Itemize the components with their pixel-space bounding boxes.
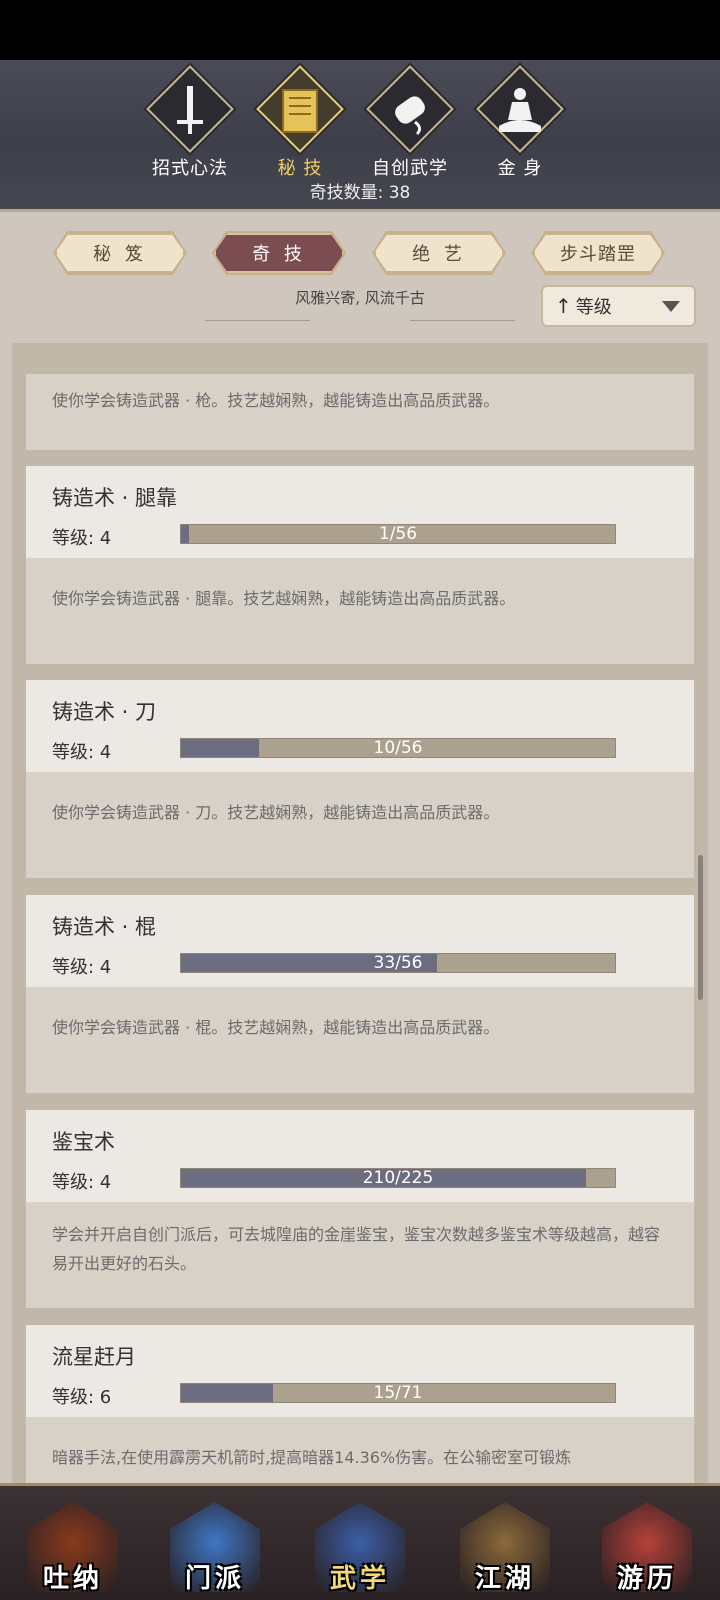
meditation-icon — [499, 88, 541, 132]
bottom-nav: 吐纳 门派 武学 江湖 游历 — [0, 1483, 720, 1600]
tab-special-skills[interactable]: 奇 技 — [214, 233, 344, 273]
progress-text: 1/56 — [378, 524, 418, 544]
tab-star-steps[interactable]: 步斗踏罡 — [533, 233, 663, 273]
progress-text: 10/56 — [373, 738, 423, 758]
skill-name: 鉴宝术 — [52, 1130, 115, 1154]
skill-card[interactable]: 铸造术 · 棍 等级: 4 33/56 使你学会铸造武器 · 棍。技艺越娴熟，越… — [26, 895, 694, 1093]
skill-level: 等级: 4 — [52, 957, 112, 978]
motto-divider — [205, 320, 310, 321]
progress-text: 210/225 — [362, 1168, 434, 1188]
skill-description: 使你学会铸造武器 · 刀。技艺越娴熟，越能铸造出高品质武器。 — [26, 772, 694, 878]
skill-description: 暗器手法,在使用霹雳天机箭时,提高暗器14.36%伤害。在公输密室可锻炼 — [26, 1417, 694, 1483]
skill-level: 等级: 4 — [52, 1172, 112, 1193]
category-secret-skills[interactable]: 秘 技 — [245, 65, 355, 180]
nav-label: 江湖 — [474, 1564, 535, 1594]
sword-icon — [177, 86, 203, 134]
tab-unique-arts[interactable]: 绝 艺 — [374, 233, 504, 273]
sort-dropdown[interactable]: ↑ 等级 — [541, 285, 696, 327]
category-self-created[interactable]: 自创武学 — [355, 65, 465, 180]
nav-label: 游历 — [616, 1564, 677, 1594]
skill-description: 使你学会铸造武器 · 枪。技艺越娴熟，越能铸造出高品质武器。 — [26, 374, 694, 450]
category-label: 招式心法 — [152, 158, 228, 179]
progress-bar: 33/56 — [180, 953, 616, 973]
progress-text: 15/71 — [373, 1383, 423, 1403]
nav-sect[interactable]: 门派 — [160, 1494, 270, 1599]
skill-level: 等级: 4 — [52, 742, 112, 763]
category-moves[interactable]: 招式心法 — [135, 65, 245, 180]
skill-description: 学会并开启自创门派后，可去城隍庙的金崖鉴宝，鉴宝次数越多鉴宝术等级越高，越容易开… — [26, 1202, 694, 1308]
progress-bar: 10/56 — [180, 738, 616, 758]
book-icon — [282, 89, 318, 133]
nav-martial-arts[interactable]: 武学 — [305, 1494, 415, 1599]
progress-bar: 15/71 — [180, 1383, 616, 1403]
motto-divider — [410, 320, 515, 321]
skill-card[interactable]: 铸造术 · 刀 等级: 4 10/56 使你学会铸造武器 · 刀。技艺越娴熟，越… — [26, 680, 694, 878]
scrollbar[interactable] — [698, 855, 703, 1000]
progress-bar: 210/225 — [180, 1168, 616, 1188]
nav-travel[interactable]: 游历 — [592, 1494, 702, 1599]
nav-label: 武学 — [329, 1564, 390, 1594]
skill-list[interactable]: 使你学会铸造武器 · 枪。技艺越娴熟，越能铸造出高品质武器。 铸造术 · 腿靠 … — [12, 343, 708, 1483]
arrow-up-icon: ↑ — [555, 294, 572, 318]
skill-card[interactable]: 鉴宝术 等级: 4 210/225 学会并开启自创门派后，可去城隍庙的金崖鉴宝，… — [26, 1110, 694, 1308]
skill-level: 等级: 4 — [52, 528, 112, 549]
skill-description: 使你学会铸造武器 · 腿靠。技艺越娴熟，越能铸造出高品质武器。 — [26, 558, 694, 664]
nav-label: 门派 — [184, 1564, 245, 1594]
category-header: 招式心法 秘 技 自创武学 金 身 奇技数量: 38 — [0, 60, 720, 212]
nav-jianghu[interactable]: 江湖 — [450, 1494, 560, 1599]
skill-description: 使你学会铸造武器 · 棍。技艺越娴熟，越能铸造出高品质武器。 — [26, 987, 694, 1093]
category-label: 金 身 — [497, 158, 543, 179]
skill-card[interactable]: 使你学会铸造武器 · 枪。技艺越娴熟，越能铸造出高品质武器。 — [26, 374, 694, 450]
skill-level: 等级: 6 — [52, 1387, 112, 1408]
category-label: 自创武学 — [372, 158, 448, 179]
chevron-down-icon — [662, 301, 680, 312]
skill-name: 铸造术 · 棍 — [52, 915, 157, 939]
scroll-icon — [395, 96, 425, 136]
category-label: 秘 技 — [277, 158, 323, 179]
status-bar — [0, 0, 720, 60]
skill-card[interactable]: 流星赶月 等级: 6 15/71 暗器手法,在使用霹雳天机箭时,提高暗器14.3… — [26, 1325, 694, 1483]
skill-name: 铸造术 · 腿靠 — [52, 486, 178, 510]
tab-secret-manuals[interactable]: 秘 笈 — [55, 233, 185, 273]
motto-text: 风雅兴寄, 风流千古 — [295, 289, 425, 307]
category-golden-body[interactable]: 金 身 — [465, 65, 575, 180]
nav-label: 吐纳 — [42, 1564, 103, 1594]
skill-card[interactable]: 铸造术 · 腿靠 等级: 4 1/56 使你学会铸造武器 · 腿靠。技艺越娴熟，… — [26, 466, 694, 664]
progress-bar: 1/56 — [180, 524, 616, 544]
nav-breathing[interactable]: 吐纳 — [18, 1494, 128, 1599]
skill-count: 奇技数量: 38 — [309, 183, 411, 203]
progress-text: 33/56 — [373, 953, 423, 973]
skill-name: 铸造术 · 刀 — [52, 700, 157, 724]
sort-label: 等级 — [575, 297, 612, 318]
skill-name: 流星赶月 — [52, 1345, 136, 1369]
